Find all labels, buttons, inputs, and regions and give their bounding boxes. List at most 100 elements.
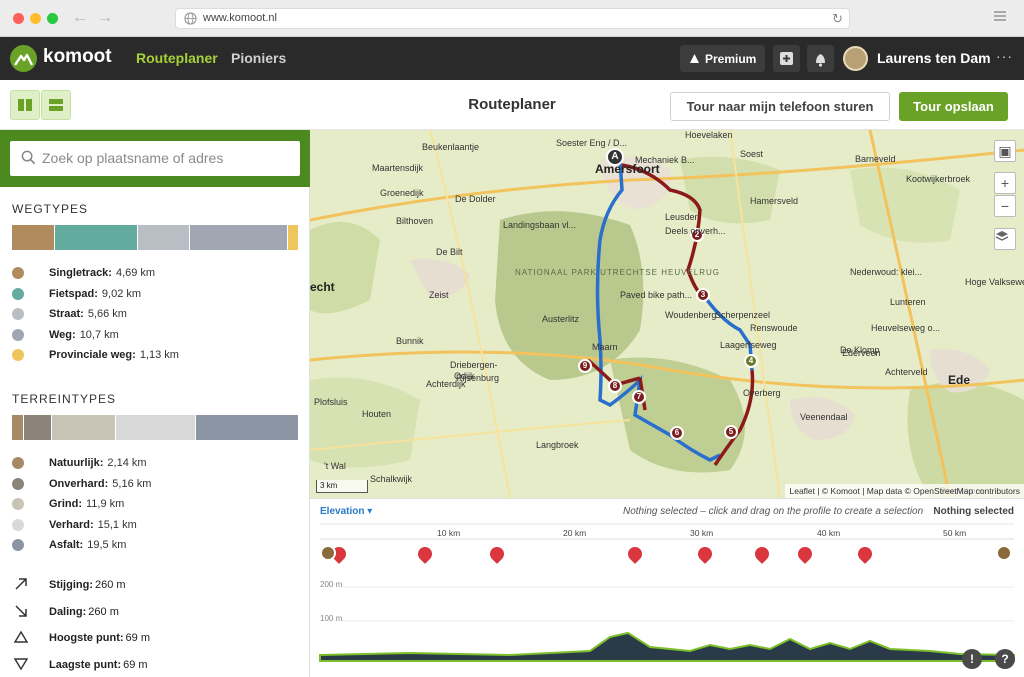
- logo-text[interactable]: komoot: [43, 46, 112, 68]
- legend-color-dot: [12, 349, 24, 361]
- waypoint-marker[interactable]: 3: [696, 288, 710, 302]
- address-bar[interactable]: www.komoot.nl ↻: [175, 8, 850, 29]
- map-place-label: 't Wal: [324, 461, 346, 471]
- alt-label: 200 m: [320, 580, 343, 589]
- more-menu-icon[interactable]: ···: [996, 48, 1013, 64]
- alert-icon[interactable]: !: [962, 649, 982, 669]
- legend-color-dot: [12, 457, 24, 469]
- map-place-label: Heuvelseweg o...: [871, 323, 941, 333]
- stat-stijging: Stijging: 260 m: [12, 577, 302, 597]
- back-arrow-icon[interactable]: ←: [72, 8, 88, 28]
- map-scale: 3 km: [316, 480, 368, 493]
- save-tour-button[interactable]: Tour opslaan: [899, 92, 1008, 121]
- nav-routeplaner[interactable]: Routeplaner: [136, 50, 218, 66]
- komoot-logo-icon[interactable]: [10, 45, 37, 72]
- map-place-label: Soest: [740, 149, 764, 159]
- wegtype-bar-segment: [137, 225, 190, 250]
- map-city-label: echt: [310, 280, 335, 294]
- wegtype-bar-segment: [287, 225, 298, 250]
- park-label: NATIONAAL PARK UTRECHTSE HEUVELRUG: [515, 268, 720, 277]
- map-place-label: Deels onverh...: [665, 226, 726, 236]
- browser-menu-icon[interactable]: [994, 11, 1006, 21]
- terreintype-bar-segment: [12, 415, 24, 440]
- map-place-label: Achterveld: [885, 367, 928, 377]
- notifications-button[interactable]: [807, 45, 834, 72]
- search-icon: [21, 150, 36, 165]
- map-place-label: Maarn: [592, 342, 618, 352]
- map-place-label: Woudenberg: [665, 310, 717, 320]
- reload-icon[interactable]: ↻: [832, 11, 843, 27]
- maximize-window-button[interactable]: [47, 13, 58, 24]
- help-icon[interactable]: ?: [995, 649, 1015, 669]
- map-place-label: Maartensdijk: [372, 163, 424, 173]
- locate-button[interactable]: ▣: [994, 140, 1016, 162]
- map-city-label: Ede: [948, 373, 971, 387]
- terreintype-legend-item: Asfalt: 19,5 km: [12, 535, 302, 556]
- waypoint-marker[interactable]: 5: [724, 425, 738, 439]
- map-place-label: Langbroek: [536, 440, 579, 450]
- terreintype-legend-item: Onverhard: 5,16 km: [12, 474, 302, 495]
- add-button[interactable]: [773, 45, 800, 72]
- premium-button[interactable]: Premium: [680, 45, 765, 72]
- waypoint-marker[interactable]: 7: [632, 390, 646, 404]
- map-attribution: Leaflet | © Komoot | Map data © OpenStre…: [785, 484, 1024, 498]
- search-box[interactable]: [10, 141, 300, 176]
- waypoint-marker[interactable]: 4: [744, 354, 758, 368]
- user-avatar[interactable]: [843, 46, 868, 71]
- legend-color-dot: [12, 477, 24, 490]
- map-place-label: Soester Eng / D...: [556, 138, 628, 148]
- map-place-label: Plofsluis: [314, 397, 348, 407]
- layers-button[interactable]: [994, 228, 1016, 250]
- route-map[interactable]: A23456789 NATIONAAL PARK UTRECHTSE HEUVE…: [310, 130, 1024, 498]
- terreintypes-bar: [12, 415, 299, 440]
- elevation-chart: [319, 523, 1015, 662]
- start-point-icon[interactable]: [320, 545, 336, 561]
- stat-laagste-punt: Laagste punt: 69 m: [12, 657, 302, 677]
- map-place-label: Schalkwijk: [370, 474, 413, 484]
- waypoint-marker[interactable]: 9: [578, 359, 592, 373]
- legend-color-dot: [12, 287, 24, 300]
- map-place-label: Hoge Valkseweg: [965, 277, 1024, 287]
- wegtype-bar-segment: [55, 225, 137, 250]
- legend-color-dot: [12, 518, 24, 531]
- terreintype-bar-segment: [24, 415, 52, 440]
- map-place-label: Landingsbaan vl...: [503, 220, 577, 230]
- user-name[interactable]: Laurens ten Dam: [877, 50, 991, 66]
- forward-arrow-icon[interactable]: →: [97, 8, 113, 28]
- map-place-label: Nederwoud: klei...: [850, 267, 923, 277]
- map-place-label: De Bilt: [436, 247, 463, 257]
- map-place-label: Veenendaal: [800, 412, 848, 422]
- wegtype-legend-item: Fietspad: 9,02 km: [12, 284, 302, 305]
- terreintype-bar-segment: [52, 415, 115, 440]
- end-point-icon[interactable]: [996, 545, 1012, 561]
- search-input[interactable]: [42, 147, 292, 169]
- terreintype-legend-item: Verhard: 15,1 km: [12, 515, 302, 536]
- zoom-out-button[interactable]: −: [994, 195, 1016, 217]
- terreintype-bar-segment: [195, 415, 299, 440]
- send-to-phone-button[interactable]: Tour naar mijn telefoon sturen: [670, 92, 890, 121]
- wegtype-legend-item: Provinciale weg: 1,13 km: [12, 345, 302, 366]
- terreintypes-legend: Natuurlijk: 2,14 km Onverhard: 5,16 km Grind…: [12, 453, 302, 556]
- map-place-label: Barneveld: [855, 154, 896, 164]
- wegtype-bar-segment: [12, 225, 55, 250]
- minimize-window-button[interactable]: [30, 13, 41, 24]
- zoom-in-button[interactable]: +: [994, 172, 1016, 194]
- wegtype-legend-item: Singletrack: 4,69 km: [12, 263, 302, 284]
- map-place-label: Scherpenzeel: [715, 310, 771, 320]
- search-band: [0, 130, 310, 187]
- wegtype-legend-item: Weg: 10,7 km: [12, 325, 302, 346]
- plus-square-icon: [780, 52, 793, 65]
- waypoint-marker[interactable]: 8: [608, 379, 622, 393]
- elevation-panel[interactable]: Elevation ▾ Nothing selected – click and…: [310, 498, 1024, 677]
- terreintype-legend-item: Natuurlijk: 2,14 km: [12, 453, 302, 474]
- wegtype-legend-item: Straat: 5,66 km: [12, 304, 302, 325]
- stat-hoogste-punt: Hoogste punt: 69 m: [12, 630, 302, 650]
- map-place-label: Driebergen-: [450, 360, 498, 370]
- url-text: www.komoot.nl: [203, 12, 277, 24]
- map-place-label: Groenedijk: [380, 188, 424, 198]
- nav-pioniers[interactable]: Pioniers: [231, 50, 286, 66]
- waypoint-marker[interactable]: 6: [670, 426, 684, 440]
- wegtypes-legend: Singletrack: 4,69 km Fietspad: 9,02 km Straa…: [12, 263, 302, 366]
- close-window-button[interactable]: [13, 13, 24, 24]
- map-place-label: Overberg: [743, 388, 781, 398]
